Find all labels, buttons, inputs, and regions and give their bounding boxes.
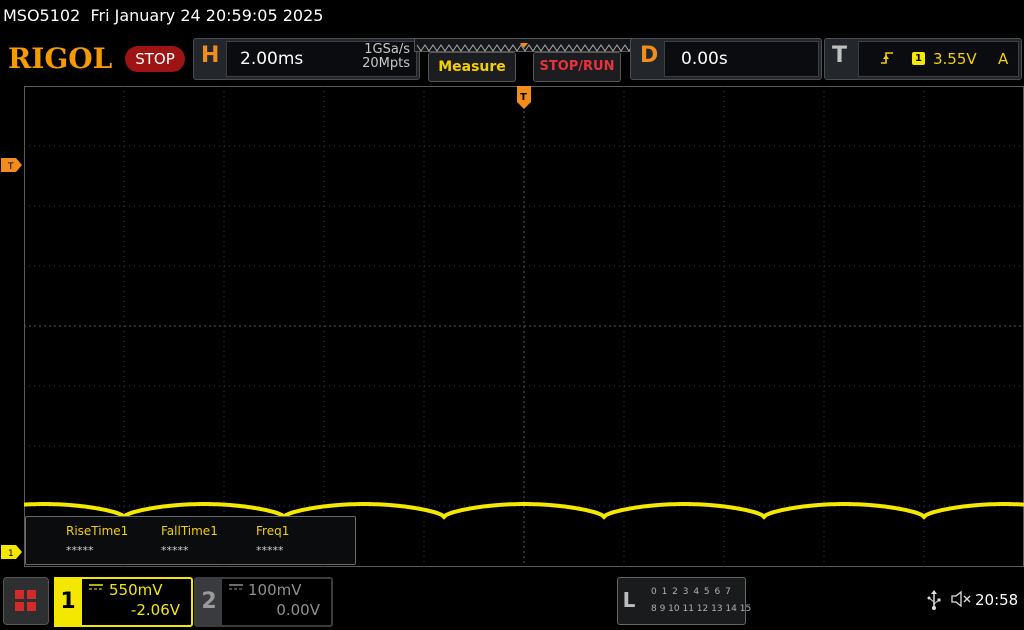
rigol-logo: RIGOL — [8, 42, 113, 75]
measurement-label-falltime: FallTime1 — [161, 524, 218, 538]
memory-position-bar[interactable] — [414, 38, 636, 52]
channel-2-offset: 0.00V — [276, 601, 320, 619]
logic-channels-row-1: 0 1 2 3 4 5 6 7 — [651, 587, 732, 597]
delay-value: 0.00s — [681, 49, 728, 69]
timebase-value: 2.00ms — [240, 49, 304, 69]
measurement-value-falltime: ***** — [161, 544, 189, 557]
sample-rate: 1GSa/s — [364, 42, 410, 57]
trigger-source: 1 — [912, 52, 925, 65]
channel-1-offset: -2.06V — [130, 601, 180, 619]
dc-coupling-icon — [229, 584, 243, 595]
grid-menu-icon — [15, 590, 36, 611]
measurement-label-freq: Freq1 — [256, 524, 290, 538]
trigger-label: T — [832, 43, 848, 68]
title-text: MSO5102 Fri January 24 20:59:05 2025 — [3, 6, 323, 25]
trigger-position-marker-label: T — [520, 92, 527, 103]
datetime: Fri January 24 20:59:05 2025 — [90, 6, 324, 25]
delay-label: D — [640, 43, 659, 68]
trigger-level-marker-label: T — [7, 162, 14, 172]
measure-button[interactable]: Measure — [428, 52, 516, 82]
measurement-panel[interactable]: RiseTime1 ***** FallTime1 ***** Freq1 **… — [25, 516, 356, 565]
model-name: MSO5102 — [3, 6, 81, 25]
trigger-mode: A — [998, 50, 1009, 68]
trigger-level-value: 3.55V — [933, 50, 977, 68]
measurement-value-risetime: ***** — [66, 544, 94, 557]
dc-coupling-icon — [89, 584, 103, 595]
usb-icon — [926, 590, 942, 614]
ch1-ground-marker-label: 1 — [8, 549, 14, 559]
trigger-position-marker[interactable]: T — [516, 86, 532, 110]
system-clock: 20:58 — [975, 591, 1019, 609]
main-menu-button[interactable] — [3, 577, 49, 625]
ch1-ground-marker[interactable]: 1 — [1, 545, 23, 559]
channel-1-scale: 550mV — [109, 581, 163, 599]
speaker-muted-icon[interactable] — [951, 590, 973, 612]
waveform-graticule[interactable] — [24, 86, 1024, 567]
acquisition-info: 1GSa/s 20Mpts — [320, 43, 410, 71]
rising-edge-icon — [880, 50, 894, 70]
channel-2-scale: 100mV — [248, 581, 302, 599]
measurement-label-risetime: RiseTime1 — [66, 524, 129, 538]
channel-2-number: 2 — [196, 579, 222, 625]
channel-1-number: 1 — [54, 577, 82, 627]
horizontal-label: H — [201, 43, 220, 68]
run-state-badge[interactable]: STOP — [125, 46, 185, 72]
trigger-level-marker[interactable]: T — [1, 158, 23, 172]
measurement-value-freq: ***** — [256, 544, 284, 557]
memory-depth: 20Mpts — [362, 56, 410, 71]
stop-run-button[interactable]: STOP/RUN — [533, 52, 621, 82]
logic-analyzer-label: L — [622, 588, 636, 612]
logic-channels-row-2: 8 9 10 11 12 13 14 15 — [651, 604, 752, 614]
